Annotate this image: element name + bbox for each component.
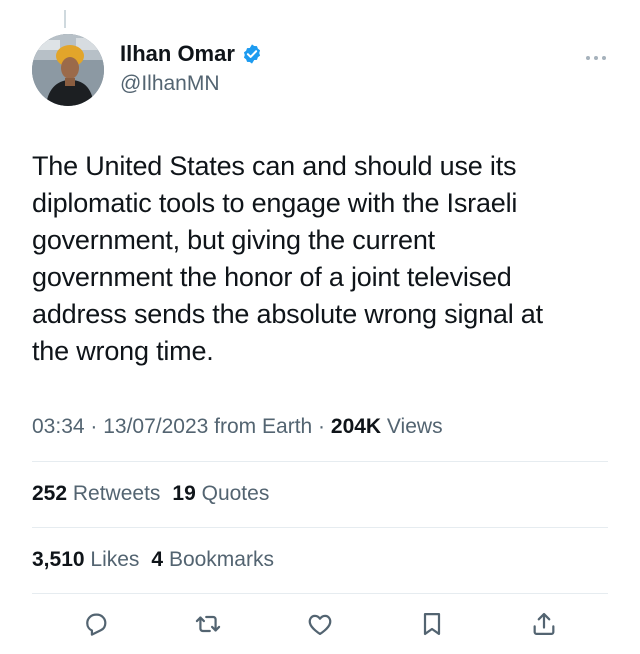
avatar[interactable] xyxy=(32,34,104,106)
quotes-count: 19 xyxy=(172,482,196,505)
retweets-stat[interactable]: 252 Retweets xyxy=(32,479,160,509)
share-button[interactable] xyxy=(526,606,562,642)
like-icon xyxy=(308,614,332,636)
author-identity: Ilhan Omar @IlhanMN xyxy=(120,40,263,98)
divider xyxy=(32,593,608,594)
divider xyxy=(32,527,608,528)
meta-separator: · xyxy=(312,415,331,438)
display-name[interactable]: Ilhan Omar xyxy=(120,40,235,68)
bookmark-button[interactable] xyxy=(414,606,450,642)
thread-line xyxy=(64,10,66,28)
meta-separator: · xyxy=(84,415,104,438)
views-count: 204K xyxy=(330,415,382,438)
divider xyxy=(32,461,608,462)
profile-photo-icon xyxy=(32,34,104,106)
tweet-header: Ilhan Omar @IlhanMN xyxy=(32,34,616,108)
quotes-label: Quotes xyxy=(195,482,270,505)
reply-icon xyxy=(86,613,107,636)
stats-row-likes: 3,510 Likes 4 Bookmarks xyxy=(32,545,286,575)
stats-row-retweets: 252 Retweets 19 Quotes xyxy=(32,479,281,509)
retweets-count: 252 xyxy=(32,482,68,505)
tweet-meta: 03:34 · 13/07/2023 from Earth · 204K Vie… xyxy=(32,412,443,442)
retweet-icon xyxy=(195,615,221,633)
quotes-stat[interactable]: 19 Quotes xyxy=(172,479,269,509)
views-label: Views xyxy=(381,415,443,438)
name-row: Ilhan Omar xyxy=(120,40,263,68)
reply-button[interactable] xyxy=(78,606,114,642)
tweet-text: The United States can and should use its… xyxy=(32,151,543,366)
bookmarks-stat[interactable]: 4 Bookmarks xyxy=(151,545,274,575)
retweets-label: Retweets xyxy=(67,482,161,505)
likes-count: 3,510 xyxy=(32,548,85,571)
retweet-button[interactable] xyxy=(190,606,226,642)
handle[interactable]: @IlhanMN xyxy=(120,70,263,98)
action-bar xyxy=(32,606,608,646)
bookmarks-label: Bookmarks xyxy=(163,548,274,571)
tweet-time[interactable]: 03:34 xyxy=(32,415,85,438)
likes-stat[interactable]: 3,510 Likes xyxy=(32,545,139,575)
likes-label: Likes xyxy=(84,548,140,571)
share-icon xyxy=(533,612,555,636)
bookmarks-count: 4 xyxy=(151,548,164,571)
bookmark-icon xyxy=(423,612,441,636)
verified-badge-icon xyxy=(241,43,263,65)
tweet-source: from Earth xyxy=(208,415,313,438)
tweet-date[interactable]: 13/07/2023 xyxy=(103,415,208,438)
more-options-icon[interactable] xyxy=(582,48,610,68)
like-button[interactable] xyxy=(302,606,338,642)
